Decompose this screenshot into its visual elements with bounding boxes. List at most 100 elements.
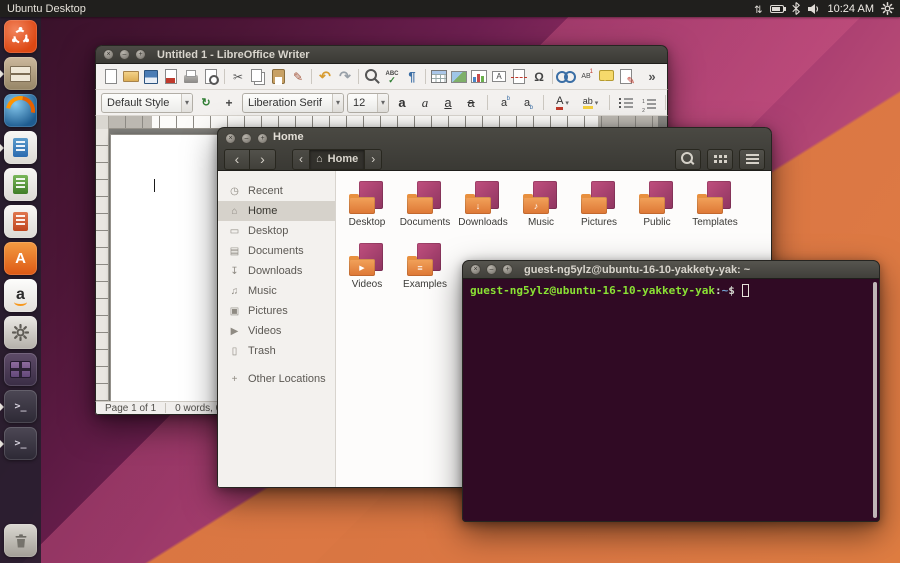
- sidebar-item-other-locations[interactable]: Other Locations: [218, 369, 335, 389]
- terminal-screen[interactable]: guest-ng5ylz@ubuntu-16-10-yakkety-yak:~$: [462, 279, 880, 522]
- track-changes-icon[interactable]: [616, 67, 636, 87]
- volume-indicator-icon[interactable]: [808, 3, 821, 15]
- folder-desktop[interactable]: Desktop: [338, 181, 396, 241]
- maximize-button[interactable]: [502, 264, 513, 275]
- folder-templates[interactable]: Templates: [686, 181, 744, 241]
- bold-icon[interactable]: [392, 93, 412, 113]
- new-document-icon[interactable]: [101, 67, 121, 87]
- sidebar-item-downloads[interactable]: Downloads: [218, 261, 335, 281]
- launcher-item-terminal-1[interactable]: [0, 390, 41, 423]
- toolbar-overflow-icon[interactable]: [642, 67, 662, 87]
- folder-music[interactable]: Music: [512, 181, 570, 241]
- highlighting-color-icon[interactable]: [578, 93, 603, 113]
- close-button[interactable]: [103, 49, 114, 60]
- redo-icon[interactable]: [335, 67, 355, 87]
- paste-icon[interactable]: [268, 67, 288, 87]
- maximize-button[interactable]: [135, 49, 146, 60]
- terminal-titlebar[interactable]: guest-ng5ylz@ubuntu-16-10-yakkety-yak: ~: [462, 260, 880, 279]
- launcher-item-writer[interactable]: [0, 131, 41, 164]
- folder-videos[interactable]: Videos: [338, 243, 396, 303]
- writer-titlebar[interactable]: Untitled 1 - LibreOffice Writer: [95, 45, 668, 64]
- export-pdf-icon[interactable]: [161, 67, 181, 87]
- path-scroll-right-icon[interactable]: [364, 149, 382, 170]
- folder-downloads[interactable]: Downloads: [454, 181, 512, 241]
- view-toggle-button[interactable]: [707, 149, 733, 170]
- folder-examples[interactable]: Examples: [396, 243, 454, 303]
- search-button[interactable]: [675, 149, 701, 170]
- print-preview-icon[interactable]: [201, 67, 221, 87]
- paragraph-style-combo[interactable]: Default Style: [101, 93, 193, 113]
- subscript-icon[interactable]: [517, 93, 537, 113]
- session-gear-icon[interactable]: [881, 2, 894, 15]
- bullet-list-icon[interactable]: [616, 93, 636, 113]
- italic-icon[interactable]: [415, 93, 435, 113]
- cut-icon[interactable]: [228, 67, 248, 87]
- sidebar-item-pictures[interactable]: Pictures: [218, 301, 335, 321]
- comment-icon[interactable]: [596, 67, 616, 87]
- save-icon[interactable]: [141, 67, 161, 87]
- launcher-item-trash[interactable]: [0, 524, 41, 557]
- network-indicator-icon[interactable]: [754, 0, 762, 18]
- launcher-item-files[interactable]: [0, 57, 41, 90]
- new-style-icon[interactable]: [219, 93, 239, 113]
- launcher-item-settings[interactable]: [0, 316, 41, 349]
- footnote-icon[interactable]: [576, 67, 596, 87]
- chevron-down-icon[interactable]: [377, 94, 388, 112]
- launcher-item-amazon[interactable]: [0, 279, 41, 312]
- special-character-icon[interactable]: [529, 67, 549, 87]
- minimize-button[interactable]: [119, 49, 130, 60]
- launcher-item-workspaces[interactable]: [0, 353, 41, 386]
- open-icon[interactable]: [121, 67, 141, 87]
- font-color-icon[interactable]: [550, 93, 575, 113]
- hamburger-menu-button[interactable]: [739, 149, 765, 170]
- folder-public[interactable]: Public: [628, 181, 686, 241]
- maximize-button[interactable]: [257, 133, 268, 144]
- sidebar-item-music[interactable]: Music: [218, 281, 335, 301]
- minimize-button[interactable]: [486, 264, 497, 275]
- find-replace-icon[interactable]: [362, 67, 382, 87]
- chevron-down-icon[interactable]: [332, 94, 343, 112]
- spelling-icon[interactable]: [382, 67, 402, 87]
- insert-table-icon[interactable]: [429, 67, 449, 87]
- print-icon[interactable]: [181, 67, 201, 87]
- hyperlink-icon[interactable]: [556, 67, 576, 87]
- sidebar-item-videos[interactable]: Videos: [218, 321, 335, 341]
- forward-button[interactable]: [250, 149, 276, 170]
- undo-icon[interactable]: [315, 67, 335, 87]
- launcher-item-calc[interactable]: [0, 168, 41, 201]
- folder-pictures[interactable]: Pictures: [570, 181, 628, 241]
- numbered-list-icon[interactable]: [639, 93, 659, 113]
- desktop[interactable]: Ubuntu Desktop 10:24 AM: [0, 0, 900, 563]
- close-button[interactable]: [470, 264, 481, 275]
- terminal-scrollbar[interactable]: [873, 282, 877, 518]
- strikethrough-icon[interactable]: [461, 93, 481, 113]
- copy-icon[interactable]: [248, 67, 268, 87]
- sidebar-item-documents[interactable]: Documents: [218, 241, 335, 261]
- sidebar-item-home[interactable]: Home: [218, 201, 335, 221]
- text-box-icon[interactable]: [489, 67, 509, 87]
- back-button[interactable]: [224, 149, 250, 170]
- path-scroll-left-icon[interactable]: [292, 149, 310, 170]
- launcher-item-ubuntu[interactable]: [0, 20, 41, 53]
- bluetooth-indicator-icon[interactable]: [791, 2, 801, 15]
- sidebar-item-trash[interactable]: Trash: [218, 341, 335, 361]
- folder-documents[interactable]: Documents: [396, 181, 454, 241]
- clock[interactable]: 10:24 AM: [828, 3, 874, 15]
- launcher-item-impress[interactable]: [0, 205, 41, 238]
- launcher-item-terminal-2[interactable]: [0, 427, 41, 460]
- launcher-item-firefox[interactable]: [0, 94, 41, 127]
- chevron-down-icon[interactable]: [181, 94, 192, 112]
- minimize-button[interactable]: [241, 133, 252, 144]
- sidebar-item-desktop[interactable]: Desktop: [218, 221, 335, 241]
- sidebar-item-recent[interactable]: Recent: [218, 181, 335, 201]
- superscript-icon[interactable]: [494, 93, 514, 113]
- insert-image-icon[interactable]: [449, 67, 469, 87]
- path-segment-home[interactable]: Home: [310, 149, 364, 170]
- underline-icon[interactable]: [438, 93, 458, 113]
- clone-formatting-icon[interactable]: [288, 67, 308, 87]
- launcher-item-software[interactable]: [0, 242, 41, 275]
- page-break-icon[interactable]: [509, 67, 529, 87]
- update-style-icon[interactable]: [196, 93, 216, 113]
- close-button[interactable]: [225, 133, 236, 144]
- insert-chart-icon[interactable]: [469, 67, 489, 87]
